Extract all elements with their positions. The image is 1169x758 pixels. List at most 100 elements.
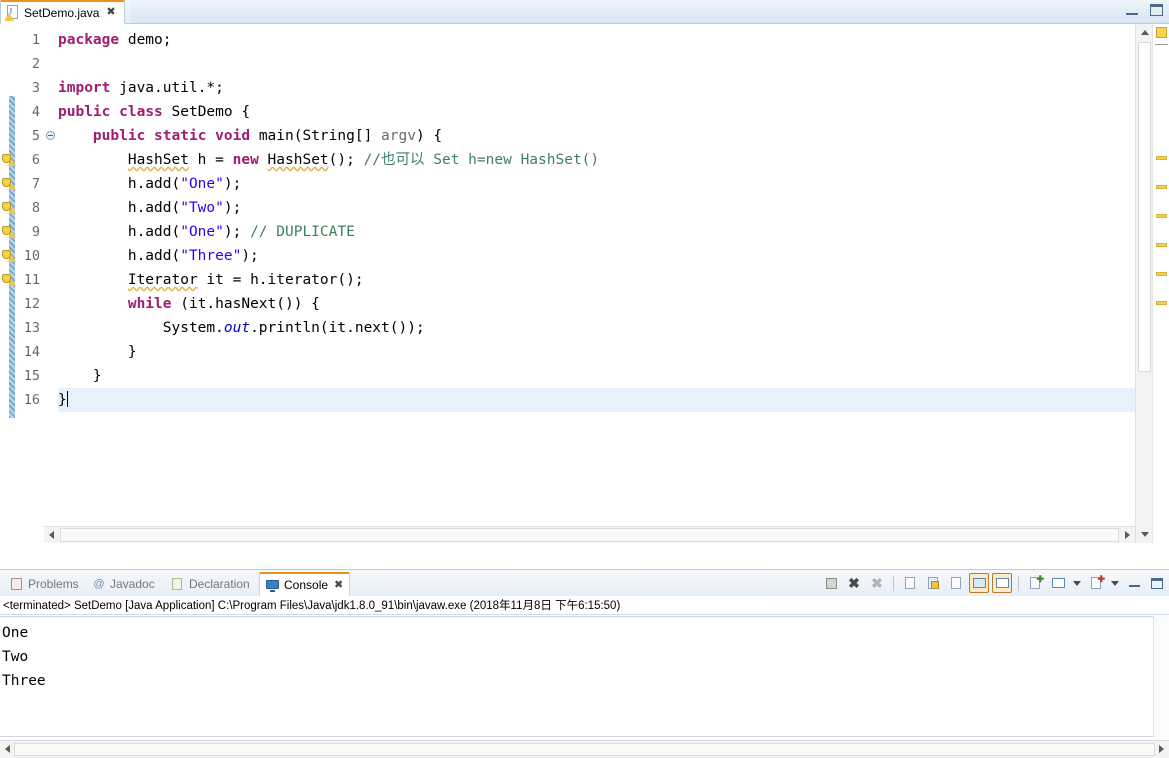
overview-warning-summary-icon[interactable] xyxy=(1156,27,1167,38)
warning-marker-icon[interactable] xyxy=(1,224,16,238)
code-line[interactable]: HashSet h = new HashSet(); //也可以 Set h=n… xyxy=(58,148,1135,172)
warning-marker-icon[interactable] xyxy=(1,200,16,214)
javadoc-icon: @ xyxy=(93,578,105,590)
close-icon[interactable]: ✖ xyxy=(334,578,343,591)
scroll-up-icon[interactable] xyxy=(1136,24,1153,41)
folding-ruler[interactable] xyxy=(44,24,58,543)
overview-warning-marker[interactable] xyxy=(1156,214,1167,218)
code-line[interactable]: package demo; xyxy=(58,28,1135,52)
pin-console-button[interactable]: ✚ xyxy=(1025,573,1045,593)
remove-all-terminated-button[interactable]: ✖ xyxy=(867,573,887,593)
line-number: 14 xyxy=(23,344,40,360)
line-number: 13 xyxy=(23,320,40,336)
warning-marker-icon[interactable] xyxy=(1,272,16,286)
maximize-panel-button[interactable] xyxy=(1147,573,1167,593)
line-number: 15 xyxy=(23,368,40,384)
code-text-area[interactable]: package demo; import java.util.*; public c… xyxy=(58,24,1135,543)
editor-tab-label: SetDemo.java xyxy=(24,5,100,20)
horizontal-scroll-thumb[interactable] xyxy=(60,528,1119,542)
overview-warning-marker[interactable] xyxy=(1156,185,1167,189)
tab-console-label: Console xyxy=(284,577,329,592)
terminate-button[interactable] xyxy=(821,573,841,593)
tab-problems[interactable]: Problems xyxy=(4,573,85,595)
code-line[interactable]: Iterator it = h.iterator(); xyxy=(58,268,1135,292)
code-line[interactable]: h.add("Two"); xyxy=(58,196,1135,220)
tab-declaration[interactable]: Declaration xyxy=(165,573,256,595)
scroll-right-icon[interactable] xyxy=(1120,527,1135,543)
show-console-on-error-button[interactable] xyxy=(992,573,1012,593)
fold-collapse-icon[interactable] xyxy=(46,131,55,140)
console-status-line: <terminated> SetDemo [Java Application] … xyxy=(0,597,1169,615)
line-number: 9 xyxy=(31,224,40,240)
warning-marker-icon[interactable] xyxy=(1,152,16,166)
console-output-line: Three xyxy=(2,673,46,689)
overview-warning-marker[interactable] xyxy=(1156,272,1167,276)
code-line[interactable]: } xyxy=(58,340,1135,364)
maximize-icon[interactable] xyxy=(1150,4,1163,16)
console-output[interactable]: One Two Three xyxy=(0,616,1169,737)
separator-1 xyxy=(893,575,894,591)
overview-ruler[interactable] xyxy=(1152,24,1169,543)
console-horizontal-scrollbar[interactable] xyxy=(0,740,1169,758)
code-line[interactable]: public class SetDemo { xyxy=(58,100,1135,124)
console-vertical-scrollbar[interactable] xyxy=(1153,616,1169,737)
line-number: 12 xyxy=(23,296,40,312)
bottom-panel-tab-bar: Problems @ Javadoc Declaration Console ✖… xyxy=(0,570,1169,596)
tab-console[interactable]: Console ✖ xyxy=(259,572,351,596)
overview-tick xyxy=(1155,44,1168,45)
show-console-on-output-button[interactable] xyxy=(969,573,989,593)
code-line[interactable]: public static void main(String[] argv) { xyxy=(58,124,1135,148)
code-line[interactable]: h.add("One"); // DUPLICATE xyxy=(58,220,1135,244)
line-number: 16 xyxy=(23,392,40,408)
scroll-left-icon[interactable] xyxy=(44,527,59,543)
annotation-ruler[interactable] xyxy=(0,24,16,543)
code-line[interactable]: h.add("One"); xyxy=(58,172,1135,196)
overview-warning-marker[interactable] xyxy=(1156,156,1167,160)
editor-horizontal-scrollbar[interactable] xyxy=(44,526,1135,543)
line-number: 3 xyxy=(31,80,40,96)
code-editor[interactable]: 1 2 3 4 5 6 7 8 9 10 11 12 13 14 15 16 package demo; imp… xyxy=(0,24,1169,543)
tab-javadoc[interactable]: @ Javadoc xyxy=(86,573,161,595)
line-number: 7 xyxy=(31,176,40,192)
word-wrap-button[interactable] xyxy=(946,573,966,593)
code-line[interactable]: System.out.println(it.next()); xyxy=(58,316,1135,340)
scroll-lock-button[interactable] xyxy=(923,573,943,593)
clear-console-button[interactable] xyxy=(900,573,920,593)
overview-warning-marker[interactable] xyxy=(1156,301,1167,305)
console-horizontal-scroll-thumb[interactable] xyxy=(14,743,1155,756)
editor-tab-setdemo[interactable]: J SetDemo.java ✖ xyxy=(0,0,125,24)
scroll-left-icon[interactable] xyxy=(0,741,15,757)
tab-problems-label: Problems xyxy=(28,577,79,591)
editor-vertical-scrollbar[interactable] xyxy=(1135,24,1153,543)
line-number: 10 xyxy=(23,248,40,264)
code-line[interactable]: } xyxy=(58,388,1135,412)
open-console-button[interactable]: ✚ xyxy=(1086,573,1106,593)
java-file-warning-icon: J xyxy=(4,5,19,21)
line-number: 6 xyxy=(31,152,40,168)
display-selected-console-button[interactable] xyxy=(1048,573,1068,593)
display-console-dropdown[interactable] xyxy=(1071,573,1083,593)
remove-launch-button[interactable]: ✖ xyxy=(844,573,864,593)
minimize-icon[interactable] xyxy=(1126,6,1138,15)
code-line[interactable] xyxy=(58,52,1135,76)
open-console-dropdown[interactable] xyxy=(1109,573,1121,593)
scroll-right-icon[interactable] xyxy=(1154,741,1169,757)
scroll-down-icon[interactable] xyxy=(1136,526,1153,543)
close-icon[interactable]: ✖ xyxy=(106,7,115,18)
line-number: 8 xyxy=(31,200,40,216)
line-number: 5 xyxy=(31,128,40,144)
code-line[interactable]: while (it.hasNext()) { xyxy=(58,292,1135,316)
tab-strip-background xyxy=(130,0,1169,23)
console-toolbar: ✖ ✖ ✚ ✚ xyxy=(821,572,1167,594)
code-line[interactable]: } xyxy=(58,364,1135,388)
minimize-panel-button[interactable] xyxy=(1124,573,1144,593)
code-line[interactable]: h.add("Three"); xyxy=(58,244,1135,268)
code-line[interactable]: import java.util.*; xyxy=(58,76,1135,100)
line-number: 4 xyxy=(31,104,40,120)
vertical-scroll-thumb[interactable] xyxy=(1138,42,1151,372)
declaration-icon xyxy=(171,577,185,591)
separator-2 xyxy=(1018,575,1019,591)
warning-marker-icon[interactable] xyxy=(1,248,16,262)
warning-marker-icon[interactable] xyxy=(1,176,16,190)
overview-warning-marker[interactable] xyxy=(1156,243,1167,247)
